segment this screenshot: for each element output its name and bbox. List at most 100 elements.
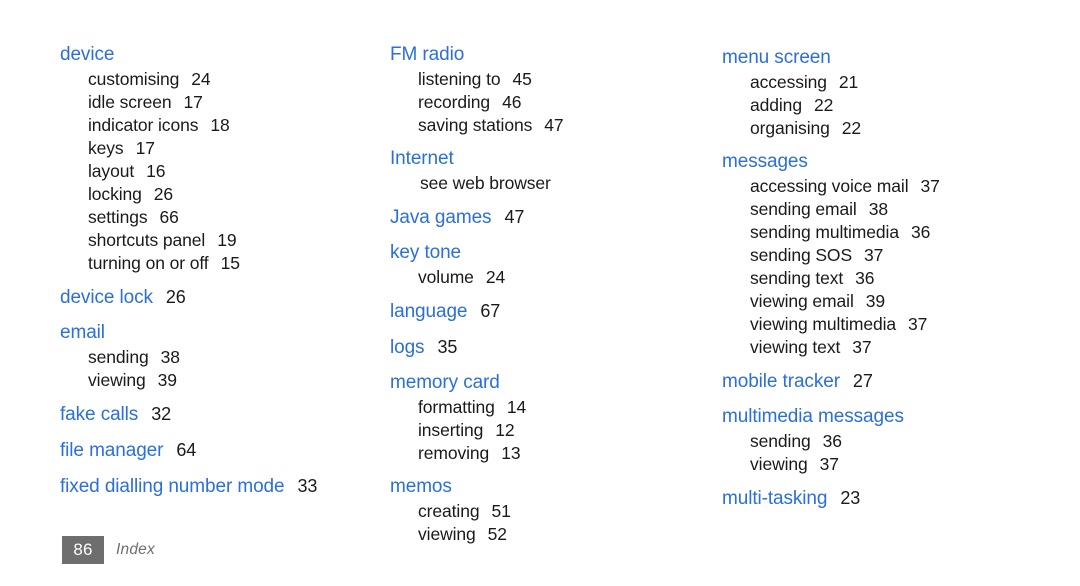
index-main-entry[interactable]: memory card [390, 370, 700, 396]
index-main-entry[interactable]: mobile tracker 27 [722, 368, 1052, 395]
index-sub-entry[interactable]: viewing email 39 [722, 290, 1052, 313]
index-main-entry[interactable]: messages [722, 149, 1052, 175]
index-sub-entry-page-number: 37 [852, 337, 872, 357]
index-main-entry[interactable]: fake calls 32 [60, 401, 370, 428]
index-sub-entry[interactable]: locking 26 [60, 183, 370, 206]
index-sub-entry[interactable]: removing 13 [390, 442, 700, 465]
index-entry-label: FM radio [390, 44, 465, 65]
index-entry-page-number: 26 [165, 287, 186, 307]
index-sub-entry[interactable]: sending 38 [60, 346, 370, 369]
index-sub-entry[interactable]: shortcuts panel 19 [60, 229, 370, 252]
index-sub-entry-label: turning on or off [88, 253, 209, 273]
index-sub-entry[interactable]: layout 16 [60, 160, 370, 183]
index-entry-label: memory card [390, 372, 500, 393]
index-sub-entry[interactable]: listening to 45 [390, 68, 700, 91]
index-sub-entry[interactable]: accessing 21 [722, 71, 1052, 94]
index-sub-entry[interactable]: sending text 36 [722, 267, 1052, 290]
index-sub-entry-label: viewing text [750, 337, 841, 357]
index-sub-entry[interactable]: volume 24 [390, 266, 700, 289]
index-sub-entry[interactable]: sending multimedia 36 [722, 221, 1052, 244]
index-sub-entry-label: viewing email [750, 291, 854, 311]
index-entry-group: menu screen accessing 21 adding 22 organising… [722, 45, 1052, 140]
index-main-entry[interactable]: multi-tasking 23 [722, 485, 1052, 512]
index-main-entry[interactable]: device lock 26 [60, 284, 370, 311]
index-entry-label: memos [390, 476, 452, 497]
index-entry-group: messages accessing voice mail 37 sending em… [722, 149, 1052, 359]
index-sub-entry[interactable]: adding 22 [722, 94, 1052, 117]
index-sub-entry[interactable]: saving stations 47 [390, 114, 700, 137]
index-entry-label: Internet [390, 148, 454, 169]
index-sub-entry-page-number: 21 [838, 72, 859, 92]
index-sub-entry[interactable]: viewing 37 [722, 453, 1052, 476]
index-sub-entry[interactable]: creating 51 [390, 500, 700, 523]
index-entry-group: language 67 [390, 298, 700, 325]
index-entry-label: fake calls [60, 404, 139, 425]
index-main-entry[interactable]: device [60, 42, 370, 68]
index-entry-label: multimedia messages [722, 406, 904, 427]
index-sub-list: accessing 21 adding 22 organising 22 [722, 71, 1052, 140]
index-sub-entry-label: organising [750, 118, 830, 138]
index-entry-page-number: 23 [840, 488, 861, 508]
index-entry-label: language [390, 301, 468, 322]
index-entry-group: fixed dialling number mode 33 [60, 473, 370, 500]
index-main-entry[interactable]: key tone [390, 240, 700, 266]
index-main-entry[interactable]: Internet [390, 146, 700, 172]
index-main-entry[interactable]: multimedia messages [722, 404, 1052, 430]
index-sub-entry-page-number: 36 [855, 268, 875, 288]
index-sub-entry[interactable]: viewing 52 [390, 523, 700, 546]
index-sub-entry[interactable]: organising 22 [722, 117, 1052, 140]
index-main-entry[interactable]: file manager 64 [60, 437, 370, 464]
index-sub-entry-label: volume [418, 267, 474, 287]
index-main-entry[interactable]: logs 35 [390, 334, 700, 361]
index-sub-entry[interactable]: sending email 38 [722, 198, 1052, 221]
index-entry-group: fake calls 32 [60, 401, 370, 428]
index-sub-list: creating 51 viewing 52 [390, 500, 700, 546]
index-sub-entry-page-number: 24 [191, 69, 211, 89]
index-sub-entry-page-number: 51 [491, 501, 511, 521]
page-footer: 86 Index [62, 536, 155, 564]
index-sub-entry[interactable]: recording 46 [390, 91, 700, 114]
index-main-entry[interactable]: language 67 [390, 298, 700, 325]
index-sub-entry[interactable]: viewing text 37 [722, 336, 1052, 359]
index-sub-entry-label: listening to [418, 69, 501, 89]
index-sub-entry-page-number: 37 [920, 176, 940, 196]
index-sub-entry-label: viewing multimedia [750, 314, 897, 334]
index-entry-group: email sending 38 viewing 39 [60, 320, 370, 392]
index-sub-entry-label: inserting [418, 420, 484, 440]
index-sub-entry-page-number: 13 [501, 443, 521, 463]
index-entry-group: device customising 24 idle screen 17 indicato… [60, 42, 370, 275]
index-sub-entry-label: recording [418, 92, 491, 112]
index-sub-entry[interactable]: customising 24 [60, 68, 370, 91]
index-sub-entry[interactable]: formatting 14 [390, 396, 700, 419]
index-sub-entry-page-number: 16 [146, 161, 166, 181]
index-main-entry[interactable]: Java games 47 [390, 204, 700, 231]
index-entry-page-number: 32 [151, 404, 172, 424]
index-sub-entry-label: accessing voice mail [750, 176, 909, 196]
index-sub-entry[interactable]: sending 36 [722, 430, 1052, 453]
index-sub-entry[interactable]: viewing multimedia 37 [722, 313, 1052, 336]
index-sub-entry[interactable]: sending SOS 37 [722, 244, 1052, 267]
index-sub-entry[interactable]: settings 66 [60, 206, 370, 229]
index-sub-entry[interactable]: accessing voice mail 37 [722, 175, 1052, 198]
index-main-entry[interactable]: email [60, 320, 370, 346]
index-entry-group: key tone volume 24 [390, 240, 700, 289]
index-sub-entry-page-number: 14 [506, 397, 527, 417]
index-main-entry[interactable]: menu screen [722, 45, 1052, 71]
column-2: FM radio listening to 45 recording 46 saving … [390, 42, 700, 546]
index-sub-entry-page-number: 38 [868, 199, 888, 219]
index-sub-entry-label: layout [88, 161, 135, 181]
index-main-entry[interactable]: memos [390, 474, 700, 500]
index-entry-group: multi-tasking 23 [722, 485, 1052, 512]
index-sub-entry[interactable]: turning on or off 15 [60, 252, 370, 275]
index-sub-entry[interactable]: indicator icons 18 [60, 114, 370, 137]
index-columns: device customising 24 idle screen 17 indicato… [0, 0, 1080, 544]
index-sub-entry-label: viewing [88, 370, 146, 390]
index-sub-entry[interactable]: keys 17 [60, 137, 370, 160]
index-sub-entry-label: settings [88, 207, 148, 227]
index-entry-group: FM radio listening to 45 recording 46 saving … [390, 42, 700, 137]
index-sub-entry[interactable]: viewing 39 [60, 369, 370, 392]
index-main-entry[interactable]: fixed dialling number mode 33 [60, 473, 370, 500]
index-sub-entry[interactable]: idle screen 17 [60, 91, 370, 114]
index-sub-entry[interactable]: inserting 12 [390, 419, 700, 442]
index-main-entry[interactable]: FM radio [390, 42, 700, 68]
